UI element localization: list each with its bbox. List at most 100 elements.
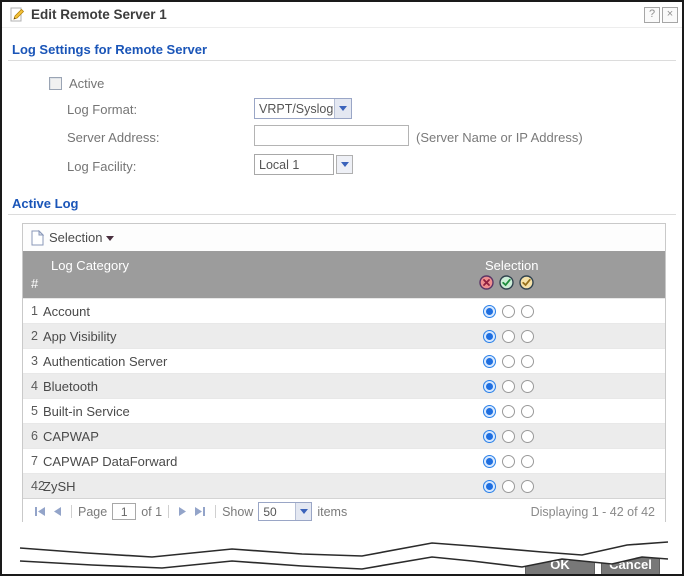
pagination-bar: Page of 1 Show 50 items Displaying 1 - 4… [23,498,665,524]
radio-disable[interactable] [483,355,496,368]
last-page-icon[interactable] [194,506,206,517]
row-category: CAPWAP DataForward [42,454,177,469]
radio-debug[interactable] [521,455,534,468]
divider [8,60,676,61]
active-log-table: Selection Log Category # Selection [22,223,666,525]
log-format-select[interactable]: VRPT/Syslog [254,98,352,119]
row-number: 4 [23,379,42,393]
chevron-down-icon[interactable] [334,99,351,118]
radio-debug[interactable] [521,430,534,443]
log-format-value: VRPT/Syslog [255,99,334,118]
row-number: 3 [23,354,42,368]
table-row: 3 Authentication Server [23,348,665,373]
radio-normal[interactable] [502,455,515,468]
dialog-titlebar: Edit Remote Server 1 ? × [2,2,682,28]
show-label: Show [222,505,253,519]
row-number: 7 [23,454,42,468]
active-label: Active [69,76,104,91]
radio-debug[interactable] [521,330,534,343]
log-facility-label: Log Facility: [67,159,136,174]
col-number: # [31,276,38,291]
log-format-label: Log Format: [67,102,137,117]
divider [215,505,216,518]
radio-disable[interactable] [483,430,496,443]
row-number: 2 [23,329,42,343]
row-category: App Visibility [42,329,116,344]
row-category: Account [42,304,90,319]
edit-pencil-icon [10,7,25,22]
select-all-debug-icon[interactable] [519,275,534,290]
row-number: 42 [23,479,42,493]
row-category: ZySH [42,479,76,494]
radio-normal[interactable] [502,355,515,368]
radio-disable[interactable] [483,405,496,418]
close-button[interactable]: × [662,7,678,23]
row-category: CAPWAP [42,429,99,444]
log-table-body: 1 Account 2 App Visibility 3 Authenticat… [23,298,665,498]
page-number-input[interactable] [112,503,136,520]
table-row: 2 App Visibility [23,323,665,348]
radio-normal[interactable] [502,305,515,318]
active-checkbox[interactable] [49,77,62,90]
divider [168,505,169,518]
table-row: 42 ZySH [23,473,665,498]
table-row: 5 Built-in Service [23,398,665,423]
next-page-icon[interactable] [178,506,188,517]
prev-page-icon[interactable] [52,506,62,517]
server-address-input[interactable] [254,125,409,146]
displaying-status: Displaying 1 - 42 of 42 [531,505,655,519]
log-settings-section-title: Log Settings for Remote Server [12,42,207,57]
table-row: 6 CAPWAP [23,423,665,448]
row-number: 1 [23,304,42,318]
radio-normal[interactable] [502,480,515,493]
active-checkbox-row: Active [49,76,104,91]
radio-normal[interactable] [502,330,515,343]
select-all-normal-icon[interactable] [499,275,514,290]
radio-normal[interactable] [502,405,515,418]
radio-debug[interactable] [521,405,534,418]
radio-debug[interactable] [521,355,534,368]
page-size-value: 50 [259,505,276,519]
ok-button[interactable]: OK [525,553,595,576]
table-header: Log Category # Selection [23,251,665,298]
first-page-icon[interactable] [34,506,46,517]
page-size-select[interactable]: 50 [258,502,312,521]
radio-disable[interactable] [483,330,496,343]
row-number: 5 [23,404,42,418]
row-category: Authentication Server [42,354,167,369]
col-log-category: Log Category [51,258,129,273]
radio-normal[interactable] [502,380,515,393]
chevron-down-icon [106,236,114,241]
items-label: items [317,505,347,519]
row-category: Bluetooth [42,379,98,394]
help-button[interactable]: ? [644,7,660,23]
radio-normal[interactable] [502,430,515,443]
radio-debug[interactable] [521,380,534,393]
server-address-hint: (Server Name or IP Address) [416,130,583,145]
radio-disable[interactable] [483,305,496,318]
table-row: 4 Bluetooth [23,373,665,398]
log-facility-select[interactable]: Local 1 [254,154,334,175]
selection-menu-label: Selection [49,230,102,245]
server-address-label: Server Address: [67,130,160,145]
edit-remote-server-dialog: Edit Remote Server 1 ? × Log Settings fo… [0,0,684,576]
disable-all-icon[interactable] [479,275,494,290]
selection-menu-button[interactable]: Selection [23,224,665,251]
table-row: 1 Account [23,298,665,323]
dialog-title: Edit Remote Server 1 [31,7,167,22]
divider [71,505,72,518]
radio-disable[interactable] [483,455,496,468]
radio-disable[interactable] [483,380,496,393]
row-number: 6 [23,429,42,443]
page-of-label: of 1 [141,505,162,519]
radio-disable[interactable] [483,480,496,493]
divider [8,214,676,215]
row-category: Built-in Service [42,404,130,419]
active-log-section-title: Active Log [12,196,78,211]
cancel-button[interactable]: Cancel [601,553,660,576]
radio-debug[interactable] [521,305,534,318]
page-label: Page [78,505,107,519]
page-icon [31,230,44,246]
radio-debug[interactable] [521,480,534,493]
chevron-down-icon[interactable] [336,155,353,174]
